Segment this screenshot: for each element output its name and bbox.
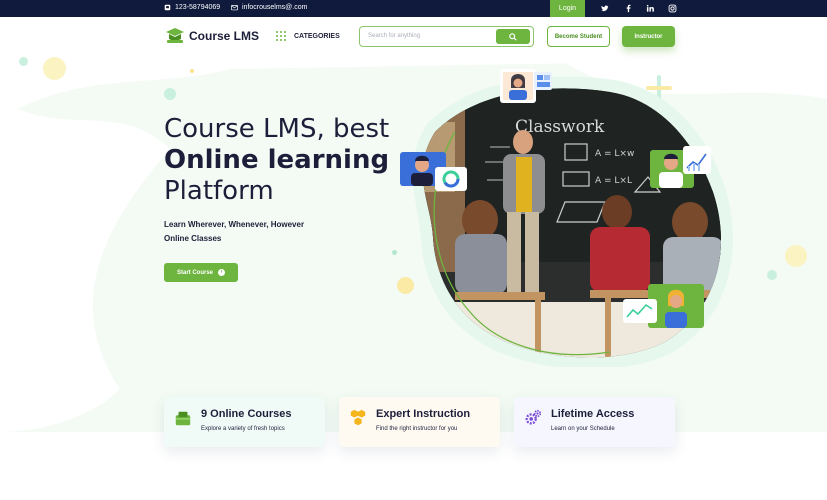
graduation-cap-icon [166,28,184,43]
course-box-icon [175,411,191,426]
decor-dot-yellow [190,69,194,73]
hero-title-line-2: Online learning [164,145,390,175]
feature-subtitle: Explore a variety of fresh topics [201,426,285,432]
decor-dot-mint [767,270,777,280]
categories-menu[interactable]: CATEGORIES [276,31,340,41]
feature-subtitle: Find the right instructor for you [376,426,458,432]
feature-card-lifetime[interactable]: Lifetime Access Learn on your Schedule [514,397,675,447]
mail-icon [231,5,238,11]
main-header: Course LMS CATEGORIES Search for anythin… [0,17,827,59]
hero-title-line-1: Course LMS, best [164,114,390,144]
start-course-label: Start Course [176,269,213,276]
email-contact[interactable]: infocrouselms@.com [231,4,307,11]
hexagon-cluster-icon [350,409,366,426]
decor-dot-mint [19,57,28,66]
become-student-button[interactable]: Become Student [547,26,610,47]
hero-illustration: Classwork A = L×w A = L×L [400,69,733,367]
feature-title: 9 Online Courses [201,408,292,420]
instagram-icon[interactable] [668,4,677,13]
hero-subtitle-line-2: Online Classes [164,234,222,243]
site-logo[interactable]: Course LMS [165,27,259,45]
feature-title: Expert Instruction [376,408,471,420]
grid-icon [276,31,286,41]
svg-text:A = L×w: A = L×w [595,149,634,159]
search-bar[interactable]: Search for anything [359,26,534,47]
login-button[interactable]: Login [550,0,585,17]
feature-title: Lifetime Access [551,408,635,420]
gears-icon [525,409,542,425]
top-bar: 123-58794069 infocrouselms@.com Login [0,0,827,17]
categories-label: CATEGORIES [294,32,340,40]
search-icon [509,32,517,41]
instructor-button[interactable]: Instructor [622,26,675,47]
arrow-right-icon: › [218,269,225,276]
feature-subtitle: Learn on your Schedule [551,426,615,432]
facebook-icon[interactable] [624,4,633,13]
hero-subtitle-line-1: Learn Wherever, Whenever, However [164,220,305,229]
linkedin-icon[interactable] [646,4,655,13]
decor-dot-yellow [785,245,807,267]
phone-contact[interactable]: 123-58794069 [164,4,220,11]
start-course-button[interactable]: Start Course › [164,263,238,282]
search-button[interactable] [496,29,530,44]
phone-icon [164,4,171,11]
email-address: infocrouselms@.com [242,4,308,11]
search-input[interactable]: Search for anything [368,33,420,39]
logo-text: Course LMS [189,29,260,43]
svg-text:A = L×L: A = L×L [595,176,632,186]
decor-dot-mint [164,88,176,100]
hero-title-line-3: Platform [164,176,274,206]
feature-card-courses[interactable]: 9 Online Courses Explore a variety of fr… [164,397,325,447]
twitter-icon[interactable] [600,4,609,13]
decor-dot-yellow [43,57,66,80]
feature-card-expert[interactable]: Expert Instruction Find the right instru… [339,397,500,447]
phone-number: 123-58794069 [175,4,221,11]
